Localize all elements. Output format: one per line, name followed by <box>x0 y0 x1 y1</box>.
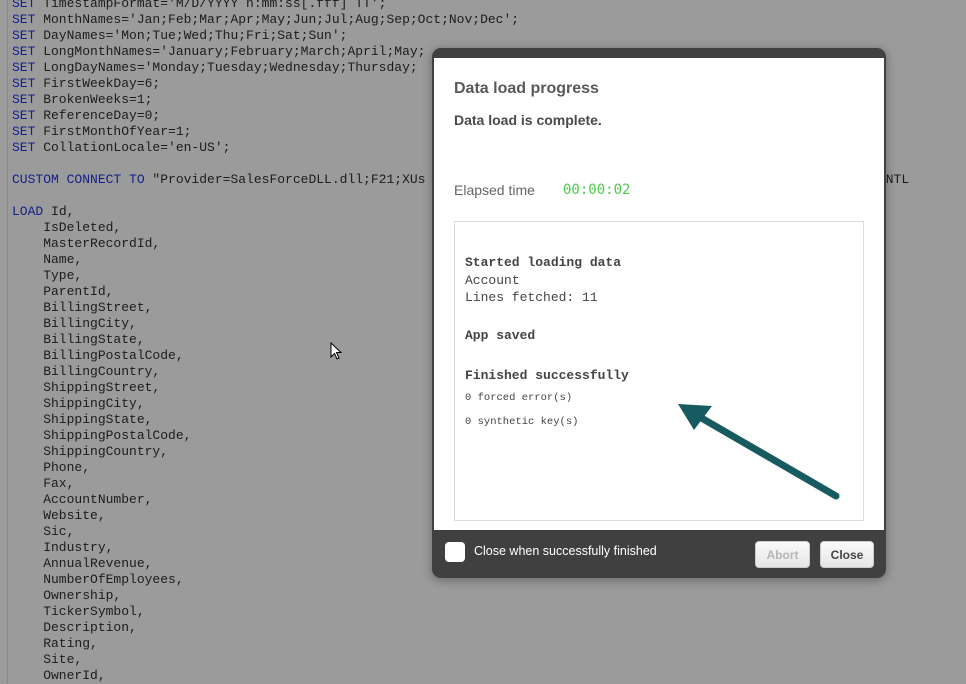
annotation-arrow-icon <box>678 404 840 500</box>
mouse-cursor-icon <box>330 342 343 360</box>
